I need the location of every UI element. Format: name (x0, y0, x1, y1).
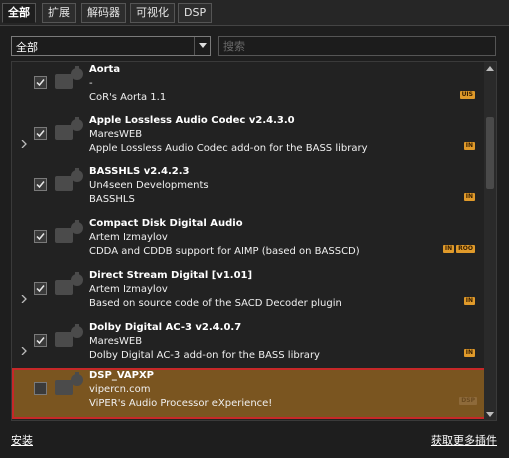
plugin-description: CoR's Aorta 1.1 (89, 92, 167, 103)
chevron-down-icon[interactable] (194, 37, 210, 55)
plugin-type-badge: IN (463, 349, 475, 357)
plugin-description: Apple Lossless Audio Codec add-on for th… (89, 143, 368, 154)
tab-all[interactable]: 全部 (2, 3, 36, 23)
plugin-row[interactable]: Apple Lossless Audio Codec v2.4.3.0 Mares… (12, 113, 484, 164)
plugin-row[interactable]: DSP_VAPXP vipercn.com ViPER's Audio Proces… (12, 368, 486, 419)
scroll-down-icon[interactable] (486, 412, 494, 417)
plugin-badges: IN (463, 297, 475, 305)
plugin-title: Compact Disk Digital Audio (89, 218, 243, 229)
plugin-row[interactable]: Aorta - CoR's Aorta 1.1 UIS (12, 62, 484, 113)
plugin-title: Direct Stream Digital [v1.01] (89, 270, 253, 281)
plugin-description: Based on source code of the SACD Decoder… (89, 298, 342, 309)
plugin-icon (55, 272, 87, 296)
chevron-right-icon[interactable] (20, 340, 28, 356)
plugin-author: Un4seen Developments (89, 180, 209, 191)
get-more-plugins-link[interactable]: 获取更多插件 (431, 432, 497, 448)
install-link[interactable]: 安装 (11, 432, 33, 448)
plugin-enabled-checkbox[interactable] (34, 76, 47, 89)
chevron-right-icon[interactable] (20, 133, 28, 149)
plugin-enabled-checkbox[interactable] (34, 382, 47, 395)
plugin-type-badge: UIS (459, 91, 475, 99)
plugin-row[interactable]: Compact Disk Digital Audio Artem Izmaylov… (12, 216, 484, 267)
plugin-row[interactable]: BASSHLS v2.4.2.3 Un4seen Developments BASS… (12, 164, 484, 215)
plugin-type-badge: IN (442, 245, 455, 253)
plugin-enabled-checkbox[interactable] (34, 334, 47, 347)
plugin-type-badge: IN (463, 297, 475, 305)
tab-visualization[interactable]: 可视化 (130, 3, 175, 23)
plugin-enabled-checkbox[interactable] (34, 127, 47, 140)
plugin-badges: DSP (459, 397, 477, 405)
plugin-title: Dolby Digital AC-3 v2.4.0.7 (89, 322, 242, 333)
scrollbar-thumb[interactable] (486, 117, 494, 189)
filter-dropdown[interactable]: 全部 (11, 36, 211, 56)
scrollbar[interactable] (484, 62, 496, 420)
plugin-badges: IN ROO (442, 245, 475, 253)
plugin-badges: IN (463, 142, 475, 150)
plugin-description: Dolby Digital AC-3 add-on for the BASS l… (89, 350, 320, 361)
plugin-type-badge: IN (463, 193, 475, 201)
tab-bar: 全部 扩展 解码器 可视化 DSP (0, 0, 509, 26)
plugin-author: Artem Izmaylov (89, 284, 168, 295)
plugin-row[interactable]: Dolby Digital AC-3 v2.4.0.7 MaresWEB Dolby… (12, 320, 484, 371)
filter-selected-value: 全部 (16, 41, 38, 54)
scroll-up-icon[interactable] (486, 66, 494, 71)
tab-extensions[interactable]: 扩展 (42, 3, 76, 23)
plugin-icon (55, 324, 87, 348)
search-input[interactable] (218, 36, 496, 56)
plugin-author: Artem Izmaylov (89, 232, 168, 243)
plugin-icon (55, 372, 87, 396)
plugin-description: ViPER's Audio Processor eXperience! (89, 398, 273, 409)
plugin-description: BASSHLS (89, 194, 135, 205)
plugin-icon (55, 66, 87, 90)
plugin-enabled-checkbox[interactable] (34, 282, 47, 295)
plugin-title: Apple Lossless Audio Codec v2.4.3.0 (89, 115, 295, 126)
plugin-title: Aorta (89, 64, 121, 75)
plugin-author: MaresWEB (89, 129, 143, 140)
plugin-title: BASSHLS v2.4.2.3 (89, 166, 190, 177)
plugin-icon (55, 168, 87, 192)
plugin-list[interactable]: DSP_VAPXP vipercn.com ViPER's Audio Proces… (11, 61, 497, 421)
plugin-author: MaresWEB (89, 336, 143, 347)
plugin-description: CDDA and CDDB support for AIMP (based on… (89, 246, 360, 257)
plugin-badges: IN (463, 349, 475, 357)
tab-dsp[interactable]: DSP (178, 3, 213, 23)
tab-decoders[interactable]: 解码器 (81, 3, 126, 23)
plugin-enabled-checkbox[interactable] (34, 178, 47, 191)
plugin-type-badge: DSP (459, 397, 477, 405)
plugin-badges: UIS (459, 91, 475, 99)
plugin-author: vipercn.com (89, 384, 151, 395)
plugin-icon (55, 117, 87, 141)
plugin-type-badge: IN (463, 142, 475, 150)
plugin-type-badge: ROO (456, 245, 475, 253)
plugin-author: - (89, 78, 93, 89)
chevron-right-icon[interactable] (20, 288, 28, 304)
plugin-title: DSP_VAPXP (89, 370, 154, 381)
plugin-row[interactable]: Direct Stream Digital [v1.01] Artem Izmay… (12, 268, 484, 319)
plugin-badges: IN (463, 193, 475, 201)
plugin-enabled-checkbox[interactable] (34, 230, 47, 243)
plugin-icon (55, 220, 87, 244)
